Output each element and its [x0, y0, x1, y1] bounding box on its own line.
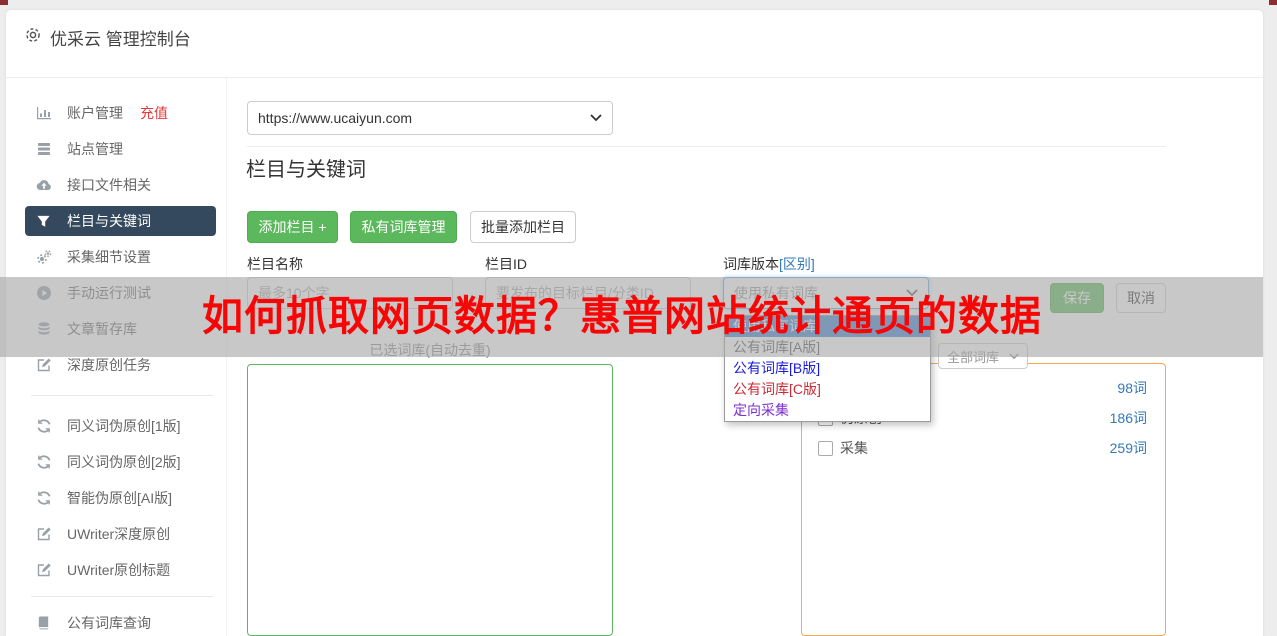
bar-chart-icon [36, 105, 54, 121]
selected-words-box[interactable] [247, 364, 613, 636]
word-count: 98词 [1117, 378, 1147, 398]
page-title: 栏目与关键词 [246, 153, 366, 182]
server-icon [36, 141, 54, 157]
add-column-button[interactable]: 添加栏目 + [247, 211, 338, 243]
refresh-icon [36, 490, 54, 506]
dropdown-option-4[interactable]: 定向采集 [725, 400, 930, 421]
sidebar-item-label: 接口文件相关 [67, 175, 151, 195]
sidebar-divider-line [226, 78, 227, 636]
sidebar: 账户管理充值站点管理接口文件相关栏目与关键词采集细节设置手动运行测试文章暂存库深… [6, 88, 226, 636]
sidebar-item-12[interactable]: UWriter深度原创 [6, 516, 226, 552]
sidebar-divider [31, 596, 214, 597]
book-icon [36, 615, 54, 631]
column-id-label: 栏目ID [485, 254, 527, 274]
gear-icon [24, 26, 42, 44]
refresh-icon [36, 418, 54, 434]
header-divider [6, 77, 1263, 78]
edit-icon [36, 562, 54, 578]
sidebar-item-2[interactable]: 接口文件相关 [6, 167, 226, 203]
corner-mark-right [1269, 0, 1277, 5]
sidebar-item-0[interactable]: 账户管理充值 [6, 95, 226, 131]
recharge-badge[interactable]: 充值 [140, 103, 168, 123]
sidebar-item-15[interactable]: 公有词库查询 [6, 605, 226, 636]
gears-icon [36, 249, 54, 265]
sidebar-item-label: 站点管理 [67, 139, 123, 159]
sidebar-divider [31, 395, 214, 396]
edit-icon [36, 526, 54, 542]
site-url-value: https://www.ucaiyun.com [258, 110, 412, 126]
sidebar-item-label: 采集细节设置 [67, 247, 151, 267]
page: 优采云 管理控制台 账户管理充值站点管理接口文件相关栏目与关键词采集细节设置手动… [0, 0, 1277, 636]
watermark-text: 如何抓取网页数据？惠普网站统计通页的数据 [202, 291, 1042, 341]
sidebar-item-label: 账户管理 [67, 103, 123, 123]
word-count: 186词 [1110, 408, 1147, 428]
wordlist-row-2: 采集259词 [802, 433, 1165, 463]
edit-icon [36, 357, 54, 373]
word-count: 259词 [1110, 438, 1147, 458]
sidebar-item-label: 同义词伪原创[2版] [67, 452, 181, 472]
private-thesaurus-button[interactable]: 私有词库管理 [350, 211, 457, 243]
sidebar-item-13[interactable]: UWriter原创标题 [6, 552, 226, 588]
sidebar-item-label: 深度原创任务 [67, 355, 151, 375]
wordlist-row-label: 采集 [840, 438, 1110, 458]
version-diff-link[interactable]: [区别] [779, 256, 815, 272]
funnel-icon [36, 213, 54, 229]
dropdown-option-3[interactable]: 公有词库[C版] [725, 379, 930, 400]
chevron-down-icon [590, 114, 602, 122]
sidebar-item-1[interactable]: 站点管理 [6, 131, 226, 167]
sidebar-item-label: 栏目与关键词 [67, 211, 151, 231]
sidebar-item-10[interactable]: 同义词伪原创[2版] [6, 444, 226, 480]
sidebar-item-label: UWriter原创标题 [67, 560, 170, 580]
sidebar-item-label: UWriter深度原创 [67, 524, 170, 544]
corner-mark-left [0, 0, 8, 5]
sidebar-item-9[interactable]: 同义词伪原创[1版] [6, 408, 226, 444]
site-url-select[interactable]: https://www.ucaiyun.com [247, 101, 613, 135]
refresh-icon [36, 454, 54, 470]
sidebar-item-label: 公有词库查询 [67, 613, 151, 633]
dropdown-option-2[interactable]: 公有词库[B版] [725, 358, 930, 379]
column-name-label: 栏目名称 [247, 254, 303, 274]
checkbox[interactable] [818, 441, 833, 456]
sidebar-item-3[interactable]: 栏目与关键词 [25, 206, 216, 236]
sidebar-item-label: 智能伪原创[AI版] [67, 488, 172, 508]
cloud-upload-icon [36, 177, 54, 193]
sidebar-item-4[interactable]: 采集细节设置 [6, 239, 226, 275]
thesaurus-version-label: 词库版本[区别] [723, 254, 815, 274]
app-title: 优采云 管理控制台 [50, 25, 191, 50]
sidebar-item-label: 同义词伪原创[1版] [67, 416, 181, 436]
content-divider [247, 146, 1166, 147]
sidebar-item-11[interactable]: 智能伪原创[AI版] [6, 480, 226, 516]
batch-add-button[interactable]: 批量添加栏目 [470, 211, 576, 243]
